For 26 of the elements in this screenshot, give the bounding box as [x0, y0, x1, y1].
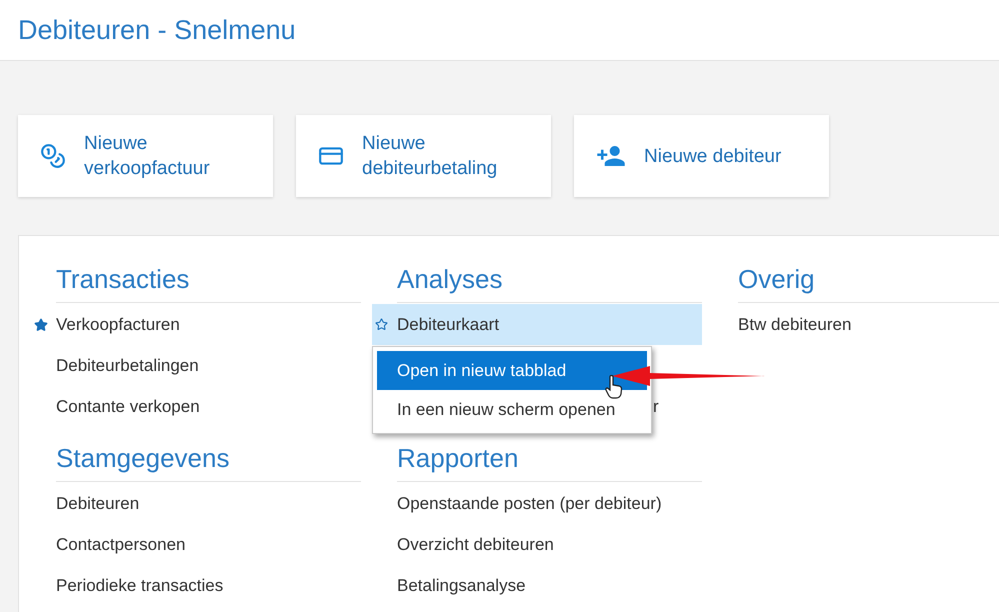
- section-heading: Overig: [738, 264, 815, 294]
- section-heading: Rapporten: [397, 443, 518, 473]
- quick-action-button[interactable]: Nieuwe debiteur: [574, 115, 829, 197]
- context-menu-item[interactable]: Open in nieuw tabblad: [377, 351, 647, 390]
- hand-cursor-icon: [605, 375, 623, 399]
- section-heading: Transacties: [56, 264, 190, 294]
- menu-link[interactable]: Periodieke transacties: [56, 572, 224, 598]
- quick-action-button[interactable]: Nieuwe verkoopfactuur: [18, 115, 273, 197]
- menu-link[interactable]: Debiteuren: [56, 490, 140, 516]
- menu-link[interactable]: Btw debiteuren: [738, 312, 852, 338]
- page-title: Debiteuren - Snelmenu: [18, 14, 296, 47]
- star-icon[interactable]: [34, 318, 48, 332]
- coins-icon: [40, 143, 66, 169]
- star-icon[interactable]: [375, 318, 388, 331]
- menu-link[interactable]: Contante verkopen: [56, 394, 200, 420]
- menu-link[interactable]: Betalingsanalyse: [397, 572, 526, 598]
- section-heading: Analyses: [397, 264, 502, 294]
- context-menu-item[interactable]: In een nieuw scherm openen: [377, 390, 647, 429]
- menu-link[interactable]: Contactpersonen: [56, 532, 186, 558]
- menu-link[interactable]: Verkoopfacturen: [56, 312, 180, 338]
- menu-link[interactable]: Overzicht debiteuren: [397, 532, 554, 558]
- menu-link[interactable]: Debiteurkaart: [397, 312, 500, 338]
- menu-link[interactable]: Debiteurbetalingen: [56, 352, 199, 378]
- section-heading: Stamgegevens: [56, 443, 230, 473]
- quick-action-button[interactable]: Nieuwe debiteurbetaling: [296, 115, 551, 197]
- menu-link[interactable]: Openstaande posten (per debiteur): [397, 490, 662, 516]
